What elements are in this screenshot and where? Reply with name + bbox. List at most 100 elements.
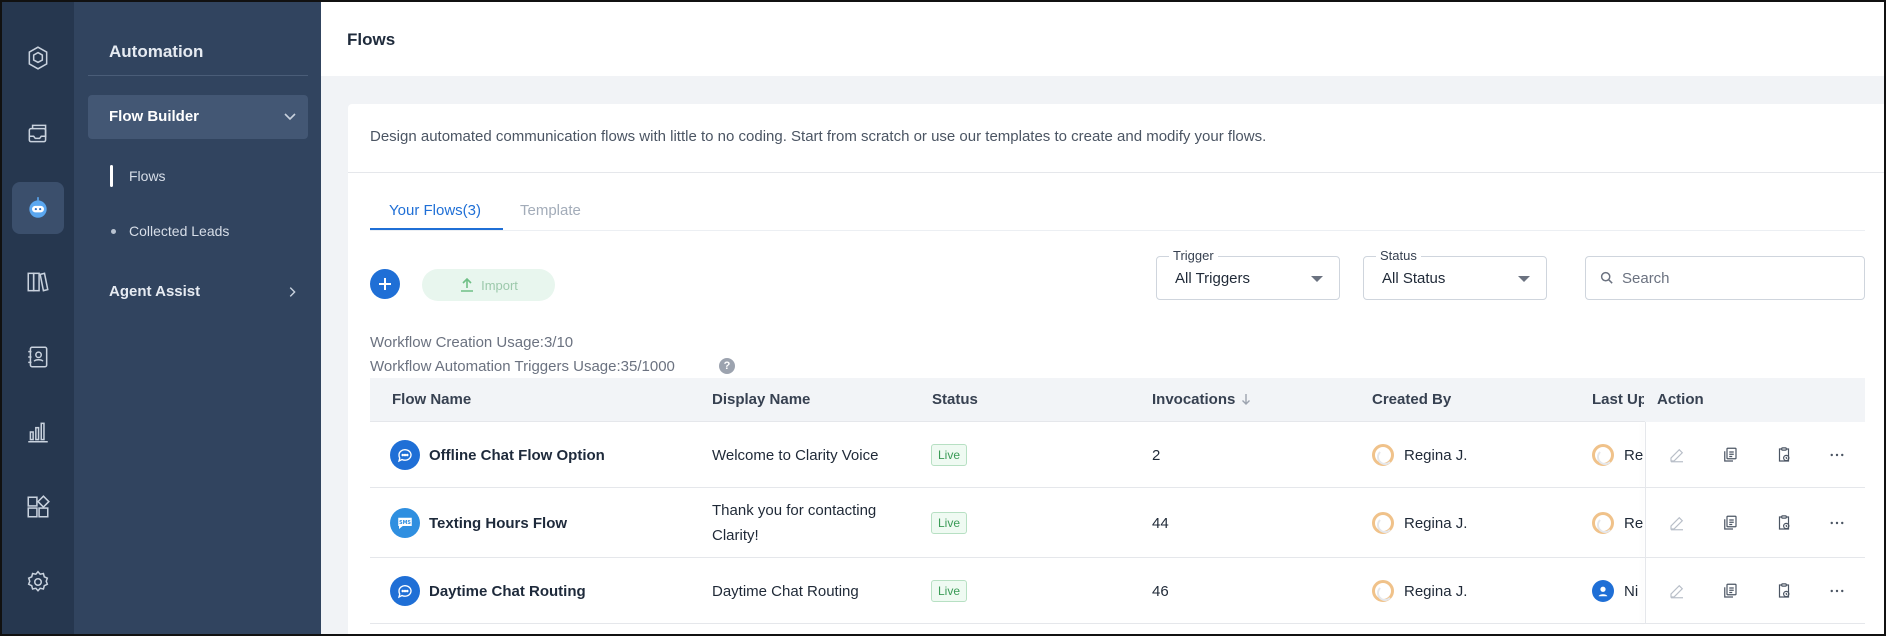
main-content: Flows Design automated communication flo… (321, 2, 1884, 634)
edit-icon[interactable] (1666, 512, 1688, 534)
display-name: Welcome to Clarity Voice (712, 447, 879, 464)
table-row[interactable]: Offline Chat Flow Option Welcome to Clar… (370, 422, 1865, 488)
inbox-icon (28, 124, 47, 143)
page-title: Flows (347, 30, 396, 49)
status-badge: Live (931, 444, 968, 466)
edit-icon[interactable] (1666, 444, 1688, 466)
import-button[interactable]: Import (422, 269, 555, 301)
display-name: Daytime Chat Routing (712, 583, 859, 600)
copy-icon[interactable] (1719, 512, 1741, 534)
th-invocations[interactable]: Invocations (1152, 391, 1252, 408)
search-input[interactable] (1622, 267, 1852, 289)
tab-your-flows[interactable]: Your Flows(3) (389, 202, 481, 219)
avatar (1592, 512, 1614, 534)
upload-icon (461, 277, 474, 292)
avatar (1592, 444, 1614, 466)
search-box[interactable] (1585, 256, 1865, 300)
rail-item-inbox[interactable] (12, 107, 64, 159)
chat-bubble-icon (390, 576, 420, 606)
column-separator (1645, 488, 1646, 558)
rail-item-books[interactable] (12, 256, 64, 308)
more-icon[interactable] (1826, 580, 1848, 602)
divider (348, 172, 1884, 173)
chevron-down-icon (282, 108, 298, 129)
status-value: All Status (1382, 270, 1446, 287)
rail-item-contacts[interactable] (12, 331, 64, 383)
gear-icon (27, 570, 49, 592)
sort-down-icon (1241, 394, 1250, 405)
search-icon (1600, 271, 1613, 289)
display-name: Thank you for contacting (712, 502, 877, 519)
column-separator (1645, 422, 1646, 488)
avatar (1372, 512, 1394, 534)
side-title: Automation (109, 42, 204, 61)
cube-icon (28, 46, 48, 70)
invocations: 46 (1152, 583, 1169, 600)
th-last-updated[interactable]: Last Up (1592, 391, 1644, 408)
avatar (1372, 444, 1394, 466)
trigger-label: Trigger (1169, 248, 1218, 263)
active-indicator (110, 165, 113, 187)
last-updated: Re (1624, 447, 1644, 464)
add-flow-button[interactable] (370, 269, 400, 299)
invocations: 2 (1152, 447, 1161, 464)
status-select[interactable]: Status All Status (1363, 248, 1547, 300)
apps-icon (27, 495, 50, 518)
bot-icon (29, 197, 47, 218)
side-group-flow-builder[interactable]: Flow Builder (88, 95, 308, 139)
flow-name[interactable]: Daytime Chat Routing (429, 583, 586, 600)
caret-down-icon (1311, 276, 1323, 282)
rail-item-cube[interactable] (12, 32, 64, 84)
schedule-icon[interactable] (1773, 580, 1795, 602)
th-display-name[interactable]: Display Name (712, 391, 810, 408)
page-description: Design automated communication flows wit… (370, 128, 1267, 145)
copy-icon[interactable] (1719, 444, 1741, 466)
status-badge: Live (931, 512, 968, 534)
last-updated: Re (1624, 515, 1644, 532)
chevron-right-icon (285, 285, 299, 304)
sidebar-item-flows[interactable]: Flows (129, 168, 166, 184)
bullet-dot (111, 229, 116, 234)
more-icon[interactable] (1826, 512, 1848, 534)
sidebar-item-agent-assist[interactable]: Agent Assist (109, 283, 200, 300)
more-icon[interactable] (1826, 444, 1848, 466)
active-tab-underline (370, 228, 503, 230)
rail-item-bot[interactable] (12, 182, 64, 234)
copy-icon[interactable] (1719, 580, 1741, 602)
flow-name[interactable]: Offline Chat Flow Option (429, 447, 605, 464)
trigger-select[interactable]: Trigger All Triggers (1156, 248, 1340, 300)
help-icon[interactable]: ? (719, 358, 735, 374)
icon-rail (2, 2, 74, 634)
created-by: Regina J. (1404, 515, 1468, 532)
rail-item-settings[interactable] (12, 556, 64, 608)
bar-chart-icon (28, 422, 48, 443)
column-separator (1645, 558, 1646, 624)
last-updated: Ni (1624, 583, 1639, 600)
invocations: 44 (1152, 515, 1169, 532)
import-label: Import (481, 277, 518, 293)
rail-item-apps[interactable] (12, 481, 64, 533)
status-label: Status (1376, 248, 1421, 263)
table-header: Flow Name Display Name Status Invocation… (370, 378, 1865, 422)
tab-template[interactable]: Template (520, 202, 581, 219)
workflow-triggers-usage: Workflow Automation Triggers Usage:35/10… (370, 358, 675, 375)
top-bar: Flows (321, 2, 1884, 76)
table-row[interactable]: Daytime Chat Routing Daytime Chat Routin… (370, 558, 1865, 624)
workflow-creation-usage: Workflow Creation Usage:3/10 (370, 334, 574, 351)
flow-name[interactable]: Texting Hours Flow (429, 515, 567, 532)
side-panel: Automation Flow Builder Flows Collected … (74, 2, 321, 634)
th-created-by[interactable]: Created By (1372, 391, 1451, 408)
sidebar-item-collected-leads[interactable]: Collected Leads (129, 223, 229, 239)
user-icon (1598, 586, 1608, 597)
th-invocations-label: Invocations (1152, 391, 1236, 408)
table-row[interactable]: SMS Texting Hours Flow Thank you for con… (370, 488, 1865, 558)
created-by: Regina J. (1404, 447, 1468, 464)
schedule-icon[interactable] (1773, 512, 1795, 534)
rail-item-analytics[interactable] (12, 406, 64, 458)
sms-icon: SMS (390, 508, 420, 538)
edit-icon[interactable] (1666, 580, 1688, 602)
th-flow-name[interactable]: Flow Name (392, 391, 471, 408)
contacts-icon (28, 346, 48, 368)
th-status[interactable]: Status (932, 391, 978, 408)
schedule-icon[interactable] (1773, 444, 1795, 466)
